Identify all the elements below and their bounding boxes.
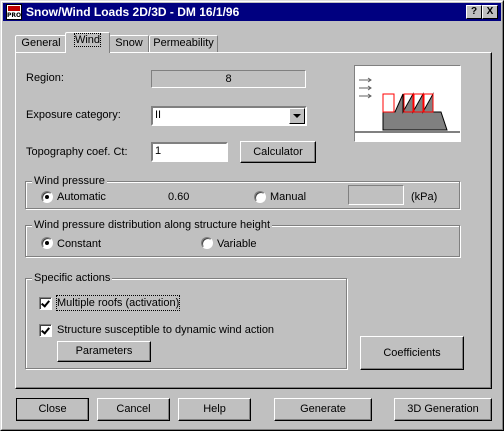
pressure-unit: (kPa)	[411, 191, 438, 203]
manual-pressure-input[interactable]	[348, 185, 404, 205]
tab-snow[interactable]: Snow	[109, 35, 149, 52]
region-label: Region:	[26, 72, 64, 84]
parameters-button-label: Parameters	[75, 345, 133, 357]
exposure-select[interactable]: II	[151, 106, 307, 126]
automatic-label[interactable]: Automatic	[57, 190, 106, 204]
manual-radio[interactable]	[254, 191, 266, 203]
distribution-title: Wind pressure distribution along structu…	[32, 218, 273, 232]
exposure-label: Exposure category:	[26, 109, 121, 121]
help-button[interactable]: Help	[178, 398, 251, 421]
multiple-roofs-icon	[355, 77, 460, 133]
topography-input[interactable]: 1	[151, 142, 228, 162]
constant-radio[interactable]	[41, 237, 53, 249]
generate-button[interactable]: Generate	[274, 398, 372, 421]
multiple-roofs-checkbox[interactable]	[39, 297, 52, 310]
dynamic-action-label[interactable]: Structure susceptible to dynamic wind ac…	[57, 323, 274, 337]
automatic-radio[interactable]	[41, 191, 53, 203]
close-title-button[interactable]: X	[482, 5, 498, 19]
cancel-button[interactable]: Cancel	[97, 398, 170, 421]
chevron-down-icon[interactable]	[289, 108, 305, 124]
cancel-button-label: Cancel	[116, 403, 151, 415]
parameters-button[interactable]: Parameters	[57, 341, 151, 362]
tab-wind-label: Wind	[73, 33, 102, 47]
close-button-label: Close	[38, 403, 67, 415]
wind-pressure-title: Wind pressure	[32, 174, 107, 188]
help-title-button[interactable]: ?	[466, 5, 482, 19]
multiple-roofs-label[interactable]: Multiple roofs (activation)	[55, 295, 181, 311]
dialog-window: PRO Snow/Wind Loads 2D/3D - DM 16/1/96 ?…	[0, 0, 504, 431]
variable-radio[interactable]	[201, 237, 213, 249]
3d-generation-button-label: 3D Generation	[407, 403, 479, 415]
calculator-button[interactable]: Calculator	[240, 141, 316, 163]
dynamic-action-checkbox[interactable]	[39, 324, 52, 337]
coefficients-button[interactable]: Coefficients	[360, 336, 464, 370]
topography-label: Topography coef. Ct:	[26, 146, 128, 158]
region-value: 8	[151, 70, 306, 88]
close-button[interactable]: Close	[16, 398, 89, 421]
constant-label[interactable]: Constant	[57, 237, 101, 251]
exposure-value: II	[155, 109, 162, 121]
window-title: Snow/Wind Loads 2D/3D - DM 16/1/96	[26, 5, 240, 19]
automatic-pressure-value: 0.60	[168, 191, 190, 203]
tab-general[interactable]: General	[15, 35, 67, 52]
app-icon-text: PRO	[7, 12, 22, 19]
title-bar[interactable]: PRO Snow/Wind Loads 2D/3D - DM 16/1/96 ?…	[3, 3, 501, 21]
help-button-label: Help	[203, 403, 226, 415]
3d-generation-button[interactable]: 3D Generation	[394, 398, 492, 421]
specific-actions-title: Specific actions	[32, 271, 113, 285]
tab-permeability[interactable]: Permeability	[149, 35, 218, 52]
variable-label[interactable]: Variable	[217, 237, 257, 251]
generate-button-label: Generate	[300, 403, 346, 415]
calculator-button-label: Calculator	[253, 146, 303, 158]
manual-label[interactable]: Manual	[270, 190, 306, 204]
wind-diagram	[354, 65, 461, 142]
tab-wind[interactable]: Wind	[65, 32, 110, 53]
app-icon[interactable]: PRO	[6, 4, 22, 20]
coefficients-button-label: Coefficients	[383, 347, 441, 359]
